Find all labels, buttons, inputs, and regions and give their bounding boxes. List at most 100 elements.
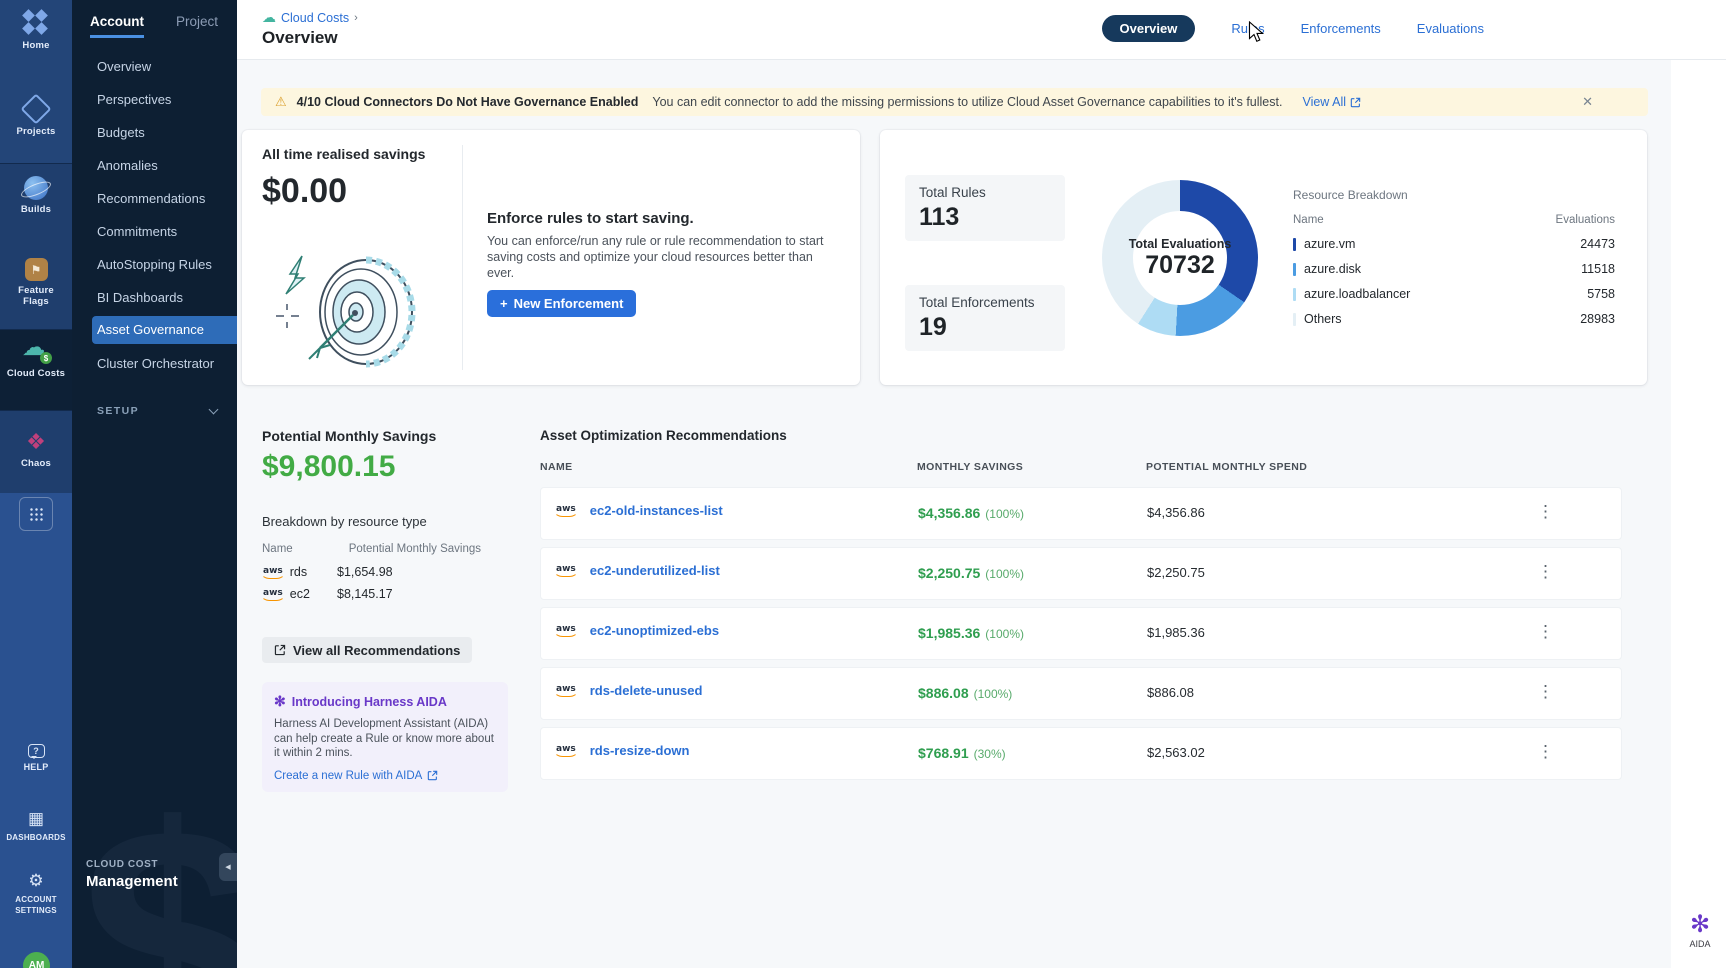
aws-icon: aws	[262, 586, 284, 602]
tab-rules[interactable]: Rules	[1231, 21, 1264, 36]
recommendation-link[interactable]: rds-delete-unused	[590, 683, 703, 698]
breakdown-col-name: Name	[262, 543, 293, 555]
realised-savings-card: All time realised savings $0.00 Enfor	[242, 130, 860, 385]
aida-flower-icon: ✻	[1678, 912, 1722, 938]
banner-view-all-link[interactable]: View All	[1302, 95, 1361, 109]
realised-savings-title: All time realised savings	[262, 146, 425, 162]
rail-item-projects[interactable]: Projects	[0, 96, 72, 137]
sidebar-item-anomalies[interactable]: Anomalies	[72, 149, 237, 182]
chevron-down-icon	[209, 405, 219, 415]
tab-evaluations[interactable]: Evaluations	[1417, 21, 1484, 36]
rail-item-account-settings[interactable]: ⚙ ACCOUNT SETTINGS	[0, 872, 72, 916]
sidebar-item-recommendations[interactable]: Recommendations	[72, 182, 237, 215]
realised-savings-amount: $0.00	[262, 172, 347, 211]
module-picker-button[interactable]	[19, 497, 53, 531]
sidebar-item-budgets[interactable]: Budgets	[72, 116, 237, 149]
rail-item-chaos[interactable]: ❖ Chaos	[0, 430, 72, 469]
rail-item-home[interactable]: Home	[0, 10, 72, 51]
row-menu-icon[interactable]: ⋮	[1531, 682, 1560, 702]
breakdown-col-savings: Potential Monthly Savings	[349, 543, 481, 555]
sidebar-item-asset-governance[interactable]: Asset Governance	[92, 316, 237, 344]
rail-item-label: ACCOUNT SETTINGS	[9, 894, 63, 916]
gear-icon: ⚙	[28, 872, 43, 890]
tab-overview[interactable]: Overview	[1102, 15, 1196, 42]
table-row[interactable]: awsrds-delete-unused $886.08(100%) $886.…	[540, 667, 1622, 720]
aida-card-header: ✻ Introducing Harness AIDA	[274, 693, 496, 710]
row-menu-icon[interactable]: ⋮	[1531, 502, 1560, 522]
table-row[interactable]: awsrds-resize-down $768.91(30%) $2,563.0…	[540, 727, 1622, 780]
new-enforcement-button[interactable]: + New Enforcement	[487, 290, 636, 317]
enforce-cta-heading: Enforce rules to start saving.	[487, 210, 694, 227]
tab-account[interactable]: Account	[90, 14, 144, 38]
sidebar-collapse-handle[interactable]: ◀	[219, 853, 237, 881]
row-menu-icon[interactable]: ⋮	[1531, 742, 1560, 762]
external-link-icon	[274, 644, 286, 656]
legend-row: azure.vm 24473	[1293, 237, 1615, 251]
right-gutter	[1671, 60, 1726, 968]
breadcrumb-cloud-costs-link[interactable]: Cloud Costs	[281, 11, 349, 25]
builds-planet-icon	[24, 176, 48, 200]
banner-close-icon[interactable]: ✕	[1582, 94, 1593, 110]
breakdown-table-header: Name Potential Monthly Savings	[262, 543, 512, 555]
page-header: ☁ Cloud Costs › Overview Overview Rules …	[237, 0, 1726, 60]
page-title: Overview	[262, 28, 338, 48]
breakdown-value: $8,145.17	[337, 587, 393, 601]
collapse-arrow-icon: ◀	[225, 863, 230, 871]
recommendation-link[interactable]: ec2-underutilized-list	[590, 563, 720, 578]
legend-swatch	[1293, 313, 1296, 326]
recommendation-link[interactable]: rds-resize-down	[590, 743, 690, 758]
row-menu-icon[interactable]: ⋮	[1531, 562, 1560, 582]
aida-flower-icon: ✻	[274, 693, 286, 710]
sidebar-item-autostopping-rules[interactable]: AutoStopping Rules	[72, 248, 237, 281]
external-link-icon	[427, 770, 438, 781]
donut-center-label: Total Evaluations	[1129, 237, 1232, 251]
aida-assistant-button[interactable]: ✻ AIDA	[1678, 912, 1722, 949]
aws-icon: aws	[555, 562, 577, 578]
sidebar-item-perspectives[interactable]: Perspectives	[72, 83, 237, 116]
sidebar-item-commitments[interactable]: Commitments	[72, 215, 237, 248]
external-link-icon	[1350, 97, 1361, 108]
donut-center-value: 70732	[1145, 251, 1215, 280]
breakdown-by-resource-title: Breakdown by resource type	[262, 514, 427, 529]
grid-icon	[29, 507, 44, 522]
recommendation-link[interactable]: ec2-old-instances-list	[590, 503, 723, 518]
table-row[interactable]: awsec2-old-instances-list $4,356.86(100%…	[540, 487, 1622, 540]
total-enforcements-label: Total Enforcements	[919, 295, 1051, 310]
setup-section-toggle[interactable]: SETUP	[97, 405, 217, 417]
harness-home-icon	[23, 10, 49, 36]
sidebar-item-bi-dashboards[interactable]: BI Dashboards	[72, 281, 237, 314]
recommendations-table: awsec2-old-instances-list $4,356.86(100%…	[540, 487, 1622, 787]
aws-icon: aws	[555, 502, 577, 518]
table-row[interactable]: awsec2-underutilized-list $2,250.75(100%…	[540, 547, 1622, 600]
row-menu-icon[interactable]: ⋮	[1531, 622, 1560, 642]
tab-enforcements[interactable]: Enforcements	[1301, 21, 1381, 36]
main-content: ☁ Cloud Costs › Overview Overview Rules …	[237, 0, 1726, 968]
legend-col-evaluations: Evaluations	[1556, 214, 1615, 226]
rail-item-cloud-costs[interactable]: ☁ $ Cloud Costs	[0, 340, 72, 379]
col-name: NAME	[540, 461, 573, 473]
aida-card-title: Introducing Harness AIDA	[292, 695, 447, 709]
enforce-cta-body: You can enforce/run any rule or rule rec…	[487, 233, 832, 281]
sidebar-item-cluster-orchestrator[interactable]: Cluster Orchestrator	[72, 347, 237, 380]
table-row[interactable]: awsec2-unoptimized-ebs $1,985.36(100%) $…	[540, 607, 1622, 660]
rail-item-label: Home	[22, 40, 49, 51]
rail-item-help[interactable]: ? HELP	[0, 744, 72, 773]
rail-item-builds[interactable]: Builds	[0, 176, 72, 215]
recommendation-link[interactable]: ec2-unoptimized-ebs	[590, 623, 719, 638]
view-all-recommendations-button[interactable]: View all Recommendations	[262, 637, 472, 663]
aws-icon: aws	[555, 682, 577, 698]
breadcrumb-separator: ›	[354, 12, 358, 24]
cloud-costs-icon: ☁ $	[22, 340, 50, 364]
potential-savings-title: Potential Monthly Savings	[262, 428, 436, 444]
create-rule-with-aida-link[interactable]: Create a new Rule with AIDA	[274, 770, 496, 782]
rail-item-feature-flags[interactable]: ⚑ Feature Flags	[0, 258, 72, 307]
legend-title: Resource Breakdown	[1293, 188, 1615, 202]
tab-project[interactable]: Project	[176, 14, 218, 38]
setup-label: SETUP	[97, 405, 139, 417]
total-rules-label: Total Rules	[919, 185, 1051, 200]
rail-item-dashboards[interactable]: ▦ DASHBOARDS	[0, 810, 72, 843]
module-rail: Home Projects Builds ⚑ Feature Flags ☁ $…	[0, 0, 72, 968]
sidebar-item-overview[interactable]: Overview	[72, 50, 237, 83]
help-icon: ?	[28, 744, 45, 758]
projects-cube-icon	[20, 93, 51, 124]
